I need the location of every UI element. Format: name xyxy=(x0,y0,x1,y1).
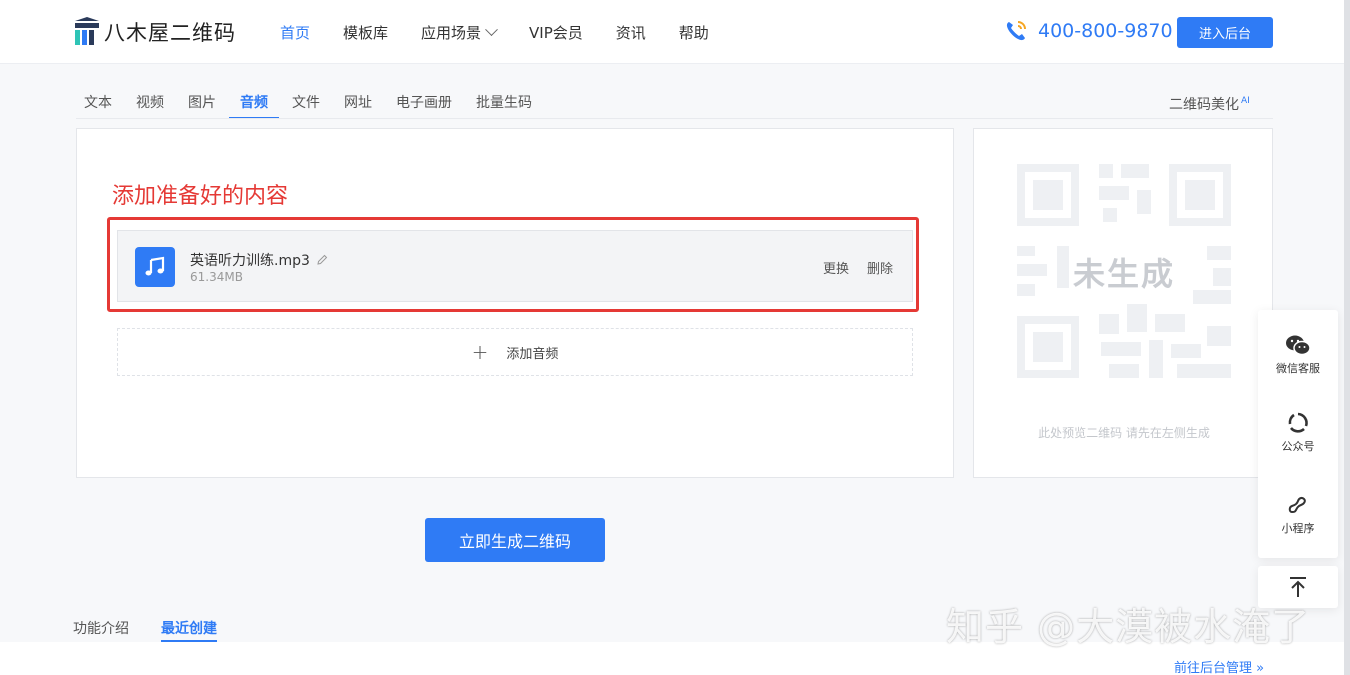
logo-text: 八木屋二维码 xyxy=(104,21,236,45)
generate-qr-button[interactable]: 立即生成二维码 xyxy=(425,518,605,562)
ai-badge: AI xyxy=(1241,96,1250,107)
phone-number: 400-800-9870 xyxy=(1038,20,1173,42)
tab-text[interactable]: 文本 xyxy=(84,92,112,119)
qr-status-label: 未生成 xyxy=(1072,255,1175,293)
logo-icon xyxy=(73,17,101,47)
tab-url[interactable]: 网址 xyxy=(344,92,372,119)
phone-contact: 400-800-9870 xyxy=(1004,19,1173,43)
preview-hint: 此处预览二维码 请先在左侧生成 xyxy=(1038,426,1210,440)
window-edge xyxy=(1344,0,1350,675)
top-header: 八木屋二维码 首页 模板库 应用场景 VIP会员 资讯 帮助 400-800-9… xyxy=(0,0,1350,64)
watermark-text: 知乎 @大漠被水淹了 xyxy=(946,605,1311,649)
add-audio-button[interactable]: + 添加音频 xyxy=(117,328,913,376)
tab-album[interactable]: 电子画册 xyxy=(396,92,452,119)
tab-video[interactable]: 视频 xyxy=(136,92,164,119)
logo[interactable]: 八木屋二维码 xyxy=(73,17,236,47)
annotation-text: 添加准备好的内容 xyxy=(112,184,289,209)
annotation-highlight-box xyxy=(107,217,919,312)
mini-program-button[interactable]: 小程序 xyxy=(1258,494,1338,536)
nav-news[interactable]: 资讯 xyxy=(616,22,646,43)
side-float-panel: 微信客服 公众号 小程序 xyxy=(1258,310,1338,558)
phone-icon xyxy=(1006,21,1026,41)
tab-audio[interactable]: 音频 xyxy=(229,92,279,119)
tabs-divider xyxy=(76,118,1273,119)
tab-features[interactable]: 功能介绍 xyxy=(73,618,129,642)
tab-recent[interactable]: 最近创建 xyxy=(161,618,217,642)
official-account-icon xyxy=(1288,412,1308,433)
nav-vip[interactable]: VIP会员 xyxy=(529,22,583,43)
qr-preview-panel: 未生成 此处预览二维码 请先在左侧生成 xyxy=(973,128,1273,478)
tab-image[interactable]: 图片 xyxy=(188,92,216,119)
official-account-button[interactable]: 公众号 xyxy=(1258,412,1338,454)
wechat-icon xyxy=(1286,335,1311,356)
plus-icon: + xyxy=(471,340,489,364)
nav-templates[interactable]: 模板库 xyxy=(343,22,388,43)
bottom-tabs: 功能介绍 最近创建 xyxy=(73,618,249,642)
tab-file[interactable]: 文件 xyxy=(292,92,320,119)
qr-beautify-link[interactable]: 二维码美化 AI xyxy=(1169,94,1250,114)
wechat-service-button[interactable]: 微信客服 xyxy=(1258,334,1338,376)
nav-home[interactable]: 首页 xyxy=(280,22,310,43)
chevron-down-icon xyxy=(485,22,498,36)
tab-batch[interactable]: 批量生码 xyxy=(476,92,532,119)
main-nav: 首页 模板库 应用场景 VIP会员 资讯 帮助 xyxy=(280,0,742,64)
nav-scenarios[interactable]: 应用场景 xyxy=(421,22,498,43)
arrow-up-icon xyxy=(1290,577,1306,597)
content-type-tabs: 文本 视频 图片 音频 文件 网址 电子画册 批量生码 xyxy=(84,92,556,119)
manage-dashboard-link[interactable]: 前往后台管理 » xyxy=(1174,657,1264,675)
enter-dashboard-button[interactable]: 进入后台 xyxy=(1177,17,1273,48)
nav-help[interactable]: 帮助 xyxy=(679,22,709,43)
mini-program-icon xyxy=(1288,496,1306,514)
